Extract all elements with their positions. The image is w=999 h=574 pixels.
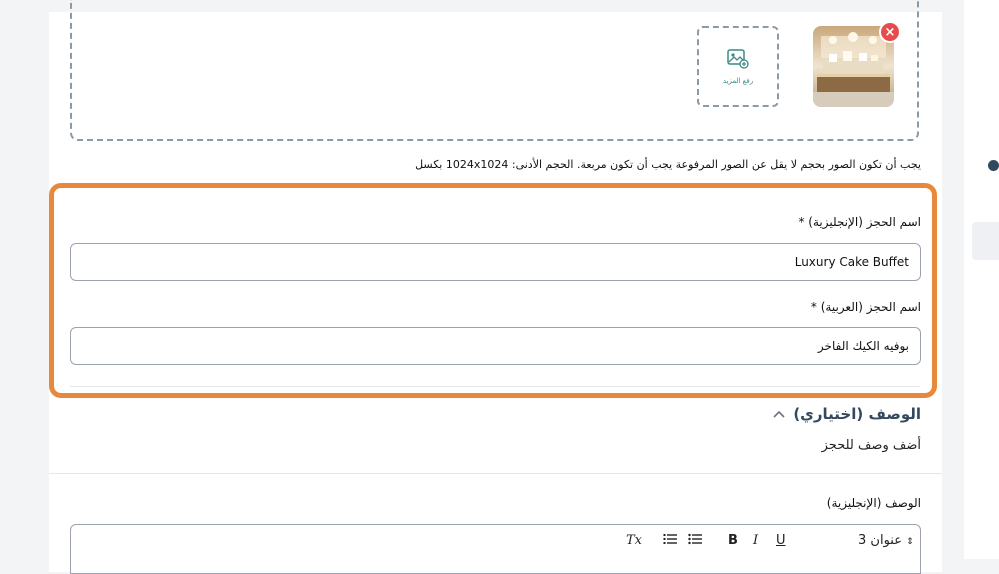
booking-name-ar-label: اسم الحجز (العربية) * [810,300,921,314]
heading-select[interactable]: عنوان 3 ⇕ [858,533,914,548]
italic-button[interactable]: I [753,533,758,548]
bold-button[interactable]: B [728,533,738,548]
heading-select-value: عنوان 3 [858,533,902,548]
chevron-updown-icon: ⇕ [906,537,914,547]
ordered-list-button[interactable] [663,533,677,549]
image-size-hint: يجب أن تكون الصور بحجم لا يقل عن الصور ا… [415,158,921,171]
underline-button[interactable]: U [776,533,786,548]
description-section-toggle[interactable]: الوصف (اختياري) [773,405,921,423]
remove-image-button[interactable]: × [879,21,901,43]
clear-format-icon: Tx [626,533,643,548]
image-upload-icon [727,48,749,69]
booking-name-en-input[interactable]: Luxury Cake Buffet [70,243,921,281]
side-indicator-icon [988,160,999,171]
clear-format-button[interactable]: Tx [626,533,642,548]
booking-name-ar-input[interactable]: بوفيه الكيك الفاخر [70,327,921,365]
chevron-up-icon [773,407,785,421]
ordered-list-icon [663,534,677,544]
booking-name-en-value: Luxury Cake Buffet [794,255,909,269]
description-section-subtitle: أضف وصف للحجز [821,438,921,453]
image-dropzone[interactable] [70,0,919,141]
description-en-label: الوصف (الإنجليزية) [826,496,921,510]
description-en-editor[interactable] [70,524,921,574]
divider [49,473,942,474]
upload-more-button[interactable]: رفع المزيد [697,26,779,107]
bullet-list-icon [688,533,702,545]
side-menu-item[interactable] [972,222,999,260]
side-panel [964,0,999,559]
section-divider [70,386,920,387]
booking-name-en-label: اسم الحجز (الإنجليزية) * [798,215,921,229]
booking-name-ar-value: بوفيه الكيك الفاخر [817,339,909,353]
bullet-list-button[interactable] [688,533,702,549]
description-section-title: الوصف (اختياري) [793,405,921,423]
upload-more-label: رفع المزيد [722,76,754,85]
